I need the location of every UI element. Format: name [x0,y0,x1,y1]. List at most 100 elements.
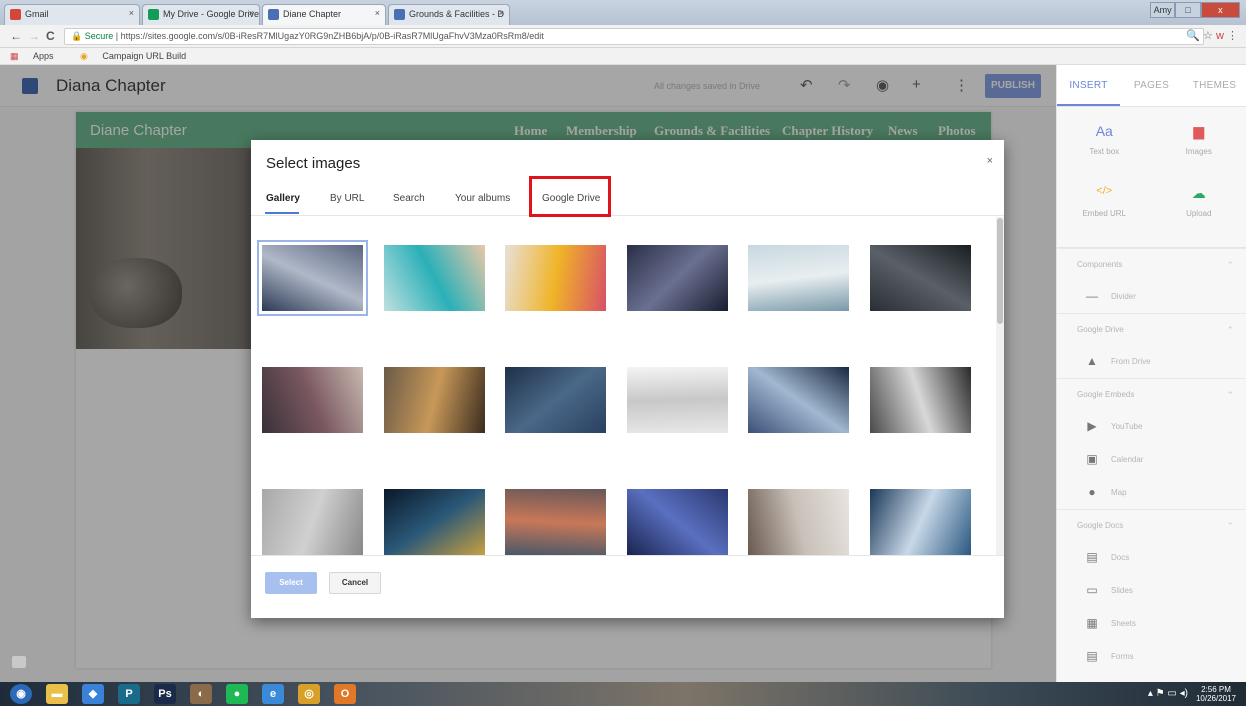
insert-text-box[interactable]: Aa Text box [1057,115,1152,177]
taskbar-outlook-icon[interactable]: O [334,684,356,704]
insert-youtube[interactable]: ▶ YouTube [1057,410,1246,443]
insert-divider[interactable]: — Divider [1057,280,1246,313]
tab-your-albums[interactable]: Your albums [455,193,510,204]
gallery-image-16[interactable] [626,489,728,555]
browser-tab-drive[interactable]: My Drive - Google Drive × [142,4,260,25]
address-bar[interactable]: 🔒 Secure | https://sites.google.com/s/0B… [64,28,1204,45]
reload-icon[interactable]: C [46,29,55,43]
clock-time: 2:56 PM [1201,685,1231,694]
gallery-scrollbar-thumb[interactable] [997,218,1003,324]
section-google-drive[interactable]: Google Drive ⌃ [1057,313,1246,345]
item-label: Divider [1111,292,1136,301]
extension-icon[interactable]: w [1216,30,1224,42]
insert-label: Upload [1186,209,1212,218]
bookmark-star-icon[interactable]: ☆ [1203,30,1213,42]
insert-docs[interactable]: ▤ Docs [1057,541,1246,574]
gallery-image-6[interactable] [869,245,971,311]
maximize-button[interactable]: □ [1175,2,1201,18]
gallery-image-2[interactable] [383,245,485,311]
bookmark-apps[interactable]: ▦ Apps [10,51,66,61]
slides-icon: ▭ [1086,583,1098,597]
taskbar-dropbox-icon[interactable]: ◆ [82,684,104,704]
forward-arrow-icon[interactable]: → [28,29,40,43]
insert-slides[interactable]: ▭ Slides [1057,574,1246,607]
gallery-image-4[interactable] [626,245,728,311]
gmail-favicon-icon [10,9,21,20]
gallery-image-12[interactable] [869,367,971,433]
gallery-image-14[interactable] [383,489,485,555]
tab-insert[interactable]: INSERT [1057,65,1120,106]
section-google-docs[interactable]: Google Docs ⌃ [1057,509,1246,541]
chrome-menu-icon[interactable]: ⋮ [1227,30,1238,42]
select-button[interactable]: Select [265,572,317,594]
collapse-chevron-icon[interactable]: ⌃ [1226,379,1234,411]
taskbar-ie-icon[interactable]: e [262,684,284,704]
item-label: Map [1111,488,1127,497]
section-components[interactable]: Components ⌃ [1057,248,1246,280]
window-close-button[interactable]: x [1200,2,1240,18]
collapse-chevron-icon[interactable]: ⌃ [1226,510,1234,542]
tab-close-icon[interactable]: × [499,8,504,18]
image-gallery-grid [251,217,996,555]
gallery-image-9[interactable] [505,367,606,433]
browser-tab-strip: Gmail × My Drive - Google Drive × Diane … [0,0,1246,25]
tab-search[interactable]: Search [393,193,425,204]
tab-by-url[interactable]: By URL [330,193,364,204]
gallery-image-13[interactable] [262,489,363,555]
taskbar-clock[interactable]: 2:56 PM 10/26/2017 [1192,685,1240,703]
section-google-embeds[interactable]: Google Embeds ⌃ [1057,378,1246,410]
gallery-image-8[interactable] [383,367,485,433]
gallery-image-1[interactable] [257,240,368,316]
insert-sheets[interactable]: ▦ Sheets [1057,607,1246,640]
taskbar-media-icon[interactable]: ◐ [190,684,212,704]
divider-icon: — [1086,289,1098,303]
minimize-button[interactable]: Amy [1150,2,1176,18]
close-icon[interactable]: × [987,155,993,167]
gallery-image-7[interactable] [262,367,363,433]
zoom-icon[interactable]: 🔍 [1186,30,1200,42]
docs-icon: ▤ [1086,550,1098,564]
gallery-image-18[interactable] [869,489,971,555]
insert-upload[interactable]: ☁ Upload [1152,177,1246,239]
bookmark-campaign-url-builder[interactable]: ◉ Campaign URL Build [80,51,198,61]
browser-tab-grounds[interactable]: Grounds & Facilities - D × [388,4,510,25]
tab-pages[interactable]: PAGES [1120,65,1183,106]
feedback-icon[interactable] [12,656,26,668]
insert-grid: Aa Text box ▆ Images </> Embed URL ☁ Upl… [1057,107,1246,248]
browser-tab-label: Diane Chapter [283,9,342,19]
chrome-icon: ◉ [80,51,91,61]
taskbar-chrome-icon[interactable]: ◎ [298,684,320,704]
insert-map[interactable]: ● Map [1057,476,1246,509]
gallery-image-10[interactable] [626,367,728,433]
gallery-image-17[interactable] [748,489,849,555]
taskbar-spotify-icon[interactable]: ● [226,684,248,704]
tab-themes[interactable]: THEMES [1183,65,1246,106]
insert-calendar[interactable]: ▣ Calendar [1057,443,1246,476]
gallery-image-3[interactable] [505,245,606,311]
back-arrow-icon[interactable]: ← [10,29,22,43]
taskbar-publisher-icon[interactable]: P [118,684,140,704]
browser-tab-gmail[interactable]: Gmail × [4,4,140,25]
tab-close-icon[interactable]: × [375,8,380,18]
insert-images[interactable]: ▆ Images [1152,115,1246,177]
gallery-image-5[interactable] [748,245,849,311]
insert-forms[interactable]: ▤ Forms [1057,640,1246,673]
browser-tab-diane-chapter[interactable]: Diane Chapter × [262,4,386,25]
item-label: Sheets [1111,619,1136,628]
taskbar-start-icon[interactable]: ◉ [10,684,32,704]
tab-close-icon[interactable]: × [249,8,254,18]
insert-embed-url[interactable]: </> Embed URL [1057,177,1152,239]
collapse-chevron-icon[interactable]: ⌃ [1226,249,1234,281]
taskbar-file-explorer-icon[interactable]: ▬ [46,684,68,704]
tab-close-icon[interactable]: × [129,8,134,18]
gallery-image-11[interactable] [748,367,849,433]
insert-label: Images [1185,147,1212,156]
taskbar-photoshop-icon[interactable]: Ps [154,684,176,704]
browser-tab-label: Grounds & Facilities - D [409,9,505,19]
insert-from-drive[interactable]: ▲ From Drive [1057,345,1246,378]
system-tray[interactable]: ▴ ⚑ ▭ ◂) [1148,688,1188,699]
gallery-image-15[interactable] [505,489,606,555]
collapse-chevron-icon[interactable]: ⌃ [1226,314,1234,346]
cancel-button[interactable]: Cancel [329,572,381,594]
tab-gallery[interactable]: Gallery [266,193,300,204]
